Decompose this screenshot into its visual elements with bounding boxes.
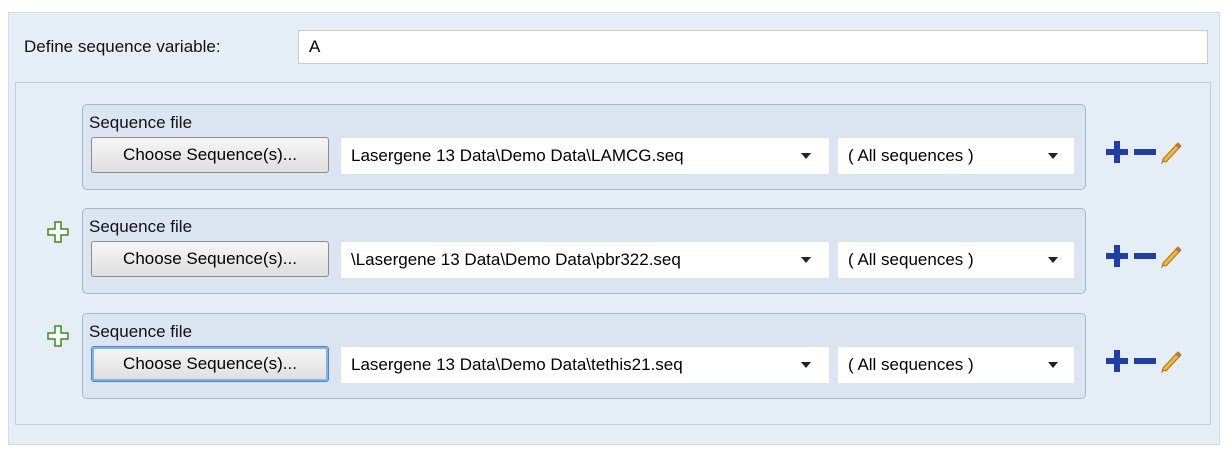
sequence-filter-combo[interactable]: ( All sequences ) [838, 242, 1074, 278]
define-variable-label: Define sequence variable: [24, 37, 221, 56]
pencil-icon[interactable] [1158, 139, 1184, 165]
minus-icon[interactable] [1132, 139, 1158, 165]
sequence-file-label: Sequence file [89, 217, 193, 236]
file-path-value: Lasergene 13 Data\Demo Data\tethis21.seq [351, 355, 683, 374]
sequence-file-label: Sequence file [89, 322, 193, 341]
file-path-value: \Lasergene 13 Data\Demo Data\pbr322.seq [351, 250, 681, 269]
plus-outline-icon[interactable] [46, 324, 70, 348]
choose-sequences-button[interactable]: Choose Sequence(s)... [91, 137, 329, 173]
pencil-icon[interactable] [1158, 348, 1184, 374]
plus-icon[interactable] [1104, 243, 1130, 269]
plus-icon[interactable] [1104, 348, 1130, 374]
chevron-down-icon[interactable] [801, 153, 811, 159]
chevron-down-icon[interactable] [1048, 362, 1058, 368]
chevron-down-icon[interactable] [801, 257, 811, 263]
minus-icon[interactable] [1132, 348, 1158, 374]
sequence-filter-combo[interactable]: ( All sequences ) [838, 347, 1074, 383]
sequence-file-row: Sequence file Choose Sequence(s)... Lase… [82, 313, 1086, 399]
file-path-combo[interactable]: Lasergene 13 Data\Demo Data\tethis21.seq [341, 347, 829, 383]
choose-sequences-button[interactable]: Choose Sequence(s)... [91, 346, 329, 382]
pencil-icon[interactable] [1158, 243, 1184, 269]
sequence-filter-combo[interactable]: ( All sequences ) [838, 138, 1074, 174]
row-toolbar [1104, 139, 1204, 167]
minus-icon[interactable] [1132, 243, 1158, 269]
sequence-filter-value: ( All sequences ) [848, 250, 974, 269]
plus-icon[interactable] [1104, 139, 1130, 165]
file-path-combo[interactable]: Lasergene 13 Data\Demo Data\LAMCG.seq [341, 138, 829, 174]
sequence-file-row: Sequence file Choose Sequence(s)... Lase… [82, 104, 1086, 190]
sequence-file-label: Sequence file [89, 113, 193, 132]
plus-outline-icon[interactable] [46, 220, 70, 244]
row-toolbar [1104, 243, 1204, 271]
chevron-down-icon[interactable] [1048, 257, 1058, 263]
sequence-filter-value: ( All sequences ) [848, 355, 974, 374]
chevron-down-icon[interactable] [1048, 153, 1058, 159]
sequence-file-row: Sequence file Choose Sequence(s)... \Las… [82, 208, 1086, 294]
file-path-value: Lasergene 13 Data\Demo Data\LAMCG.seq [351, 146, 684, 165]
sequence-filter-value: ( All sequences ) [848, 146, 974, 165]
chevron-down-icon[interactable] [801, 362, 811, 368]
file-path-combo[interactable]: \Lasergene 13 Data\Demo Data\pbr322.seq [341, 242, 829, 278]
variable-name-input[interactable]: A [298, 30, 1208, 64]
row-toolbar [1104, 348, 1204, 376]
choose-sequences-button[interactable]: Choose Sequence(s)... [91, 241, 329, 277]
